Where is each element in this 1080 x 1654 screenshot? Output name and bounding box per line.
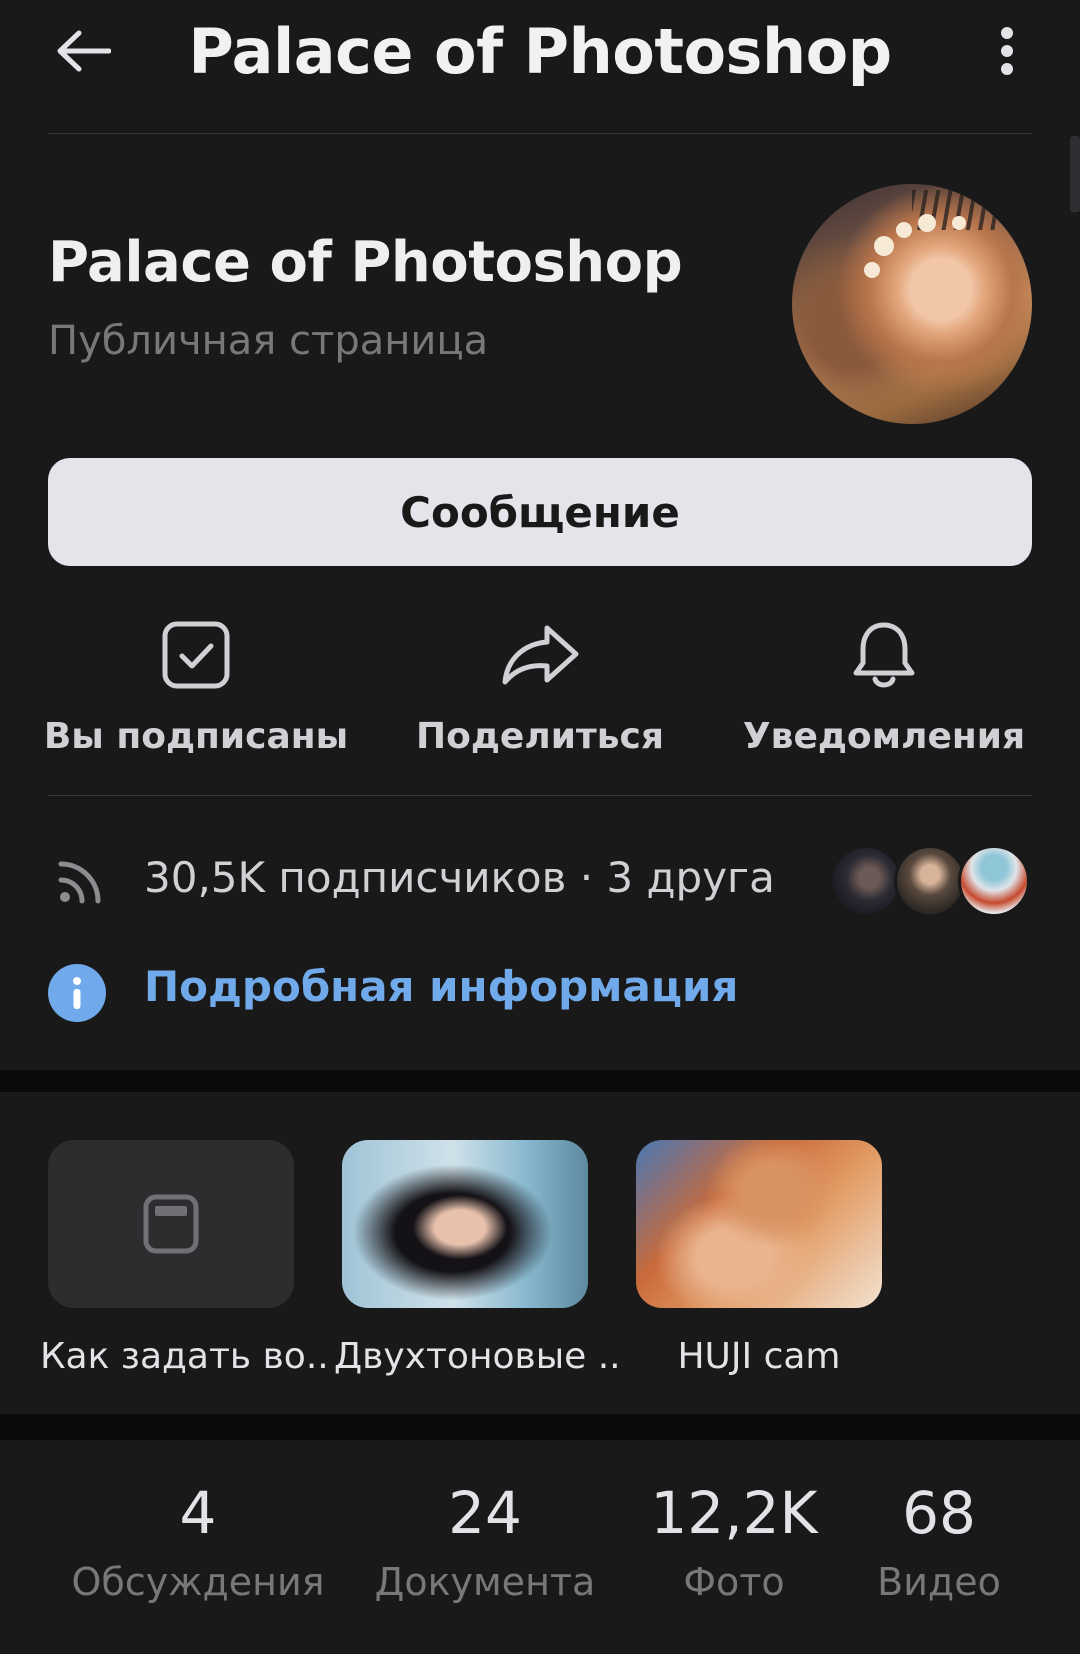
community-avatar[interactable] [792, 184, 1032, 424]
article-icon [143, 1194, 199, 1254]
subscribed-label: Вы подписаны [43, 716, 349, 757]
rss-icon [58, 861, 101, 904]
section-divider [0, 1070, 1080, 1092]
friend-avatar[interactable] [830, 845, 902, 917]
article-card-photo[interactable] [636, 1140, 882, 1308]
counter-caption: Видео [877, 1560, 1001, 1604]
checkbox-check-icon [162, 621, 230, 689]
details-link[interactable]: Подробная информация [144, 962, 738, 1011]
counter-discussions[interactable]: 4 Обсуждения [72, 1479, 325, 1604]
header-divider [48, 133, 1032, 134]
message-button[interactable]: Сообщение [48, 458, 1032, 566]
counter-value: 68 [902, 1479, 976, 1547]
article-card[interactable] [48, 1140, 294, 1308]
community-name: Palace of Photoshop [48, 230, 683, 295]
info-icon [48, 964, 106, 1022]
counter-documents[interactable]: 24 Документа [365, 1484, 605, 1604]
bell-icon [853, 622, 915, 688]
counter-value: 12,2K [650, 1479, 818, 1547]
counter-caption: Обсуждения [71, 1560, 325, 1604]
article-card-label: Двухтоновые ... [334, 1336, 624, 1377]
counter-value: 24 [448, 1479, 522, 1547]
counter-caption: Документа [374, 1560, 596, 1604]
counter-videos[interactable]: 68 Видео [819, 1484, 1059, 1604]
page-title: Palace of Photoshop [188, 14, 892, 88]
friend-avatar[interactable] [958, 845, 1030, 917]
section-divider [0, 1414, 1080, 1440]
notifications-label: Уведомления [742, 716, 1026, 757]
share-button[interactable]: Поделиться [390, 612, 690, 762]
followers-count[interactable]: 30,5K подписчиков · 3 друга [144, 853, 775, 902]
scrollbar[interactable] [1070, 136, 1080, 212]
counter-caption: Фото [683, 1560, 785, 1604]
notifications-button[interactable]: Уведомления [734, 612, 1034, 762]
counter-value: 4 [179, 1479, 217, 1547]
community-type: Публичная страница [48, 318, 489, 364]
actions-divider [48, 795, 1032, 796]
article-card-label: Как задать во... [40, 1336, 330, 1377]
share-label: Поделиться [415, 716, 665, 757]
back-button[interactable] [50, 18, 116, 84]
article-card-label: HUJI cam [677, 1336, 841, 1377]
share-arrow-icon [502, 625, 579, 685]
friend-avatar[interactable] [894, 845, 966, 917]
arrow-left-icon [57, 30, 111, 72]
counter-photos[interactable]: 12,2K Фото [614, 1484, 854, 1604]
more-button[interactable] [982, 18, 1032, 84]
subscribed-button[interactable]: Вы подписаны [43, 612, 349, 762]
more-vertical-icon [1001, 27, 1013, 75]
article-card-photo[interactable] [342, 1140, 588, 1308]
